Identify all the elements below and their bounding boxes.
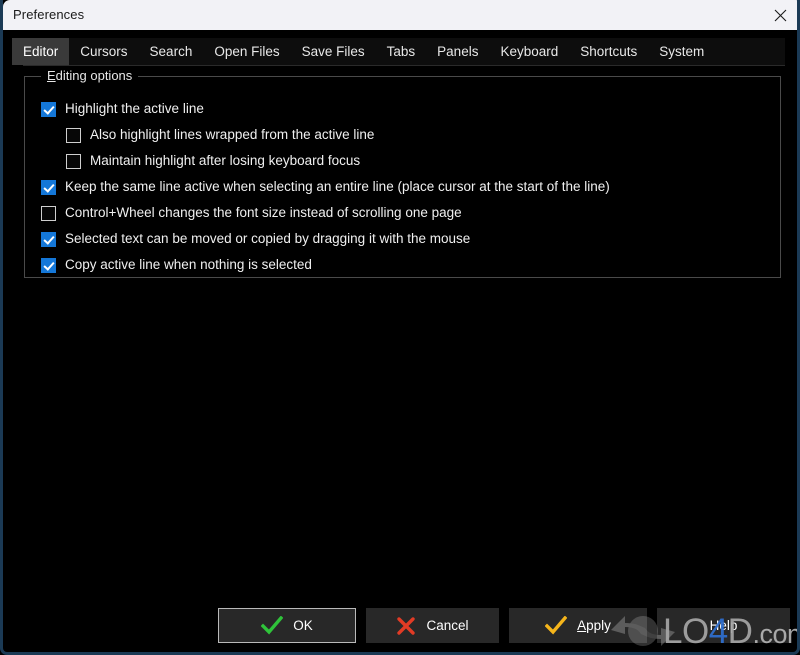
title-bar: Preferences: [3, 0, 797, 30]
window-title: Preferences: [13, 7, 85, 22]
option-label: Also highlight lines wrapped from the ac…: [90, 127, 375, 142]
checkbox-unchecked-icon[interactable]: [66, 153, 81, 169]
cancel-button[interactable]: Cancel: [366, 608, 499, 643]
option-label: Copy active line when nothing is selecte…: [65, 257, 312, 272]
option-row[interactable]: Maintain highlight after losing keyboard…: [66, 153, 360, 169]
tab-strip: Editor Cursors Search Open Files Save Files T…: [12, 38, 785, 65]
checkbox-checked-icon[interactable]: [41, 101, 56, 117]
tab-label: Open Files: [214, 44, 280, 59]
tab-label: Tabs: [386, 44, 416, 59]
yellow-check-icon: [545, 615, 568, 636]
checkbox-checked-icon[interactable]: [41, 231, 56, 247]
button-label: OK: [293, 617, 313, 633]
tab-label: Keyboard: [500, 44, 559, 59]
tab-system[interactable]: System: [648, 38, 715, 65]
tab-label: Panels: [437, 44, 479, 59]
option-label: Control+Wheel changes the font size inst…: [65, 205, 462, 220]
tab-label: Search: [149, 44, 193, 59]
button-label: Cancel: [426, 617, 469, 633]
editing-options-group-title: Editing options: [41, 68, 139, 84]
tab-tabs[interactable]: Tabs: [376, 38, 427, 65]
checkbox-unchecked-icon[interactable]: [66, 127, 81, 143]
tab-save-files[interactable]: Save Files: [291, 38, 376, 65]
button-label: Help: [709, 617, 738, 633]
checkbox-unchecked-icon[interactable]: [41, 205, 56, 221]
tab-label: Editor: [23, 44, 59, 59]
tab-open-files[interactable]: Open Files: [203, 38, 290, 65]
group-title-rest: diting options: [55, 68, 133, 83]
checkbox-checked-icon[interactable]: [41, 179, 56, 195]
tab-editor[interactable]: Editor: [12, 38, 70, 65]
tab-label: Save Files: [301, 44, 365, 59]
tab-panels[interactable]: Panels: [426, 38, 489, 65]
tab-keyboard[interactable]: Keyboard: [489, 38, 569, 65]
help-button[interactable]: Help: [657, 608, 790, 643]
option-row[interactable]: Copy active line when nothing is selecte…: [41, 257, 312, 273]
ok-button[interactable]: OK: [218, 608, 356, 643]
red-cross-icon: [396, 616, 416, 636]
tab-label: System: [659, 44, 705, 59]
tab-cursors[interactable]: Cursors: [69, 38, 138, 65]
close-icon[interactable]: [757, 0, 797, 30]
option-label: Maintain highlight after losing keyboard…: [90, 153, 361, 168]
option-row[interactable]: Control+Wheel changes the font size inst…: [41, 205, 462, 221]
option-row[interactable]: Highlight the active line: [41, 101, 204, 117]
option-label: Keep the same line active when selecting…: [65, 179, 610, 194]
apply-button[interactable]: Apply: [509, 608, 647, 643]
option-label: Selected text can be moved or copied by …: [65, 231, 471, 246]
dialog-button-bar: OK Cancel Apply Help: [3, 608, 797, 652]
tab-search[interactable]: Search: [139, 38, 204, 65]
option-row[interactable]: Keep the same line active when selecting…: [41, 179, 610, 195]
option-row[interactable]: Selected text can be moved or copied by …: [41, 231, 470, 247]
preferences-dialog: Preferences Editor Cursors Search Open File…: [0, 0, 800, 655]
checkbox-checked-icon[interactable]: [41, 257, 56, 273]
tab-strip-underline: [23, 65, 785, 66]
green-check-icon: [261, 615, 284, 636]
button-label: Apply: [577, 617, 611, 633]
group-title-accel: E: [47, 68, 56, 83]
option-row[interactable]: Also highlight lines wrapped from the ac…: [66, 127, 374, 143]
tab-shortcuts[interactable]: Shortcuts: [569, 38, 648, 65]
tab-label: Cursors: [80, 44, 128, 59]
tab-label: Shortcuts: [580, 44, 638, 59]
option-label: Highlight the active line: [65, 101, 204, 116]
